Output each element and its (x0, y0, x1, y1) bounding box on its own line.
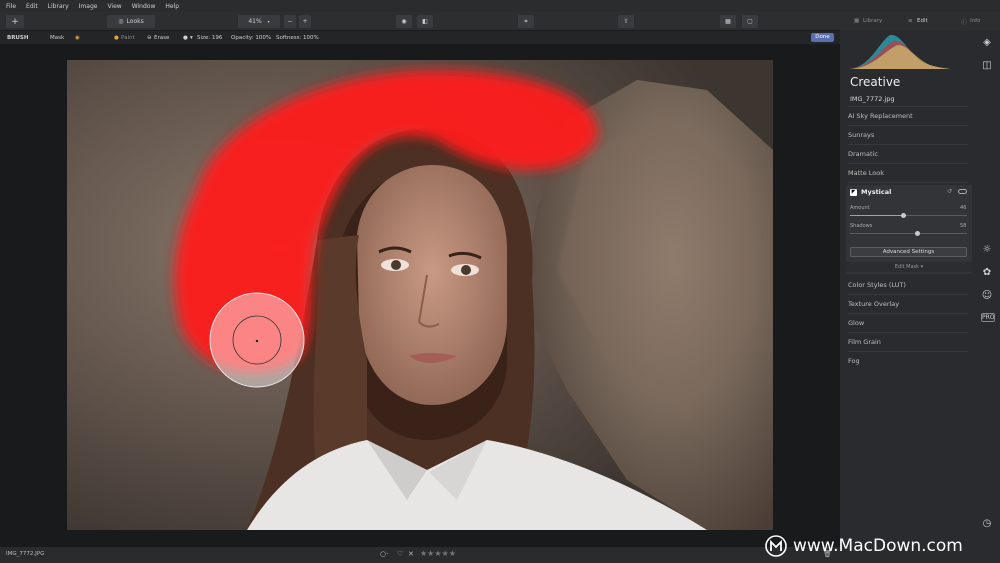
photo-image (67, 60, 773, 530)
menu-image[interactable]: Image (79, 3, 98, 10)
filter-film-grain[interactable]: Film Grain (848, 333, 968, 352)
single-view-icon[interactable]: ▢ (742, 15, 758, 28)
menu-file[interactable]: File (6, 3, 16, 10)
advanced-settings-button[interactable]: Advanced Settings (850, 247, 967, 257)
watermark: www.MacDown.com (765, 528, 1000, 563)
shadows-slider-track[interactable] (850, 233, 967, 234)
amount-slider-fill (850, 215, 904, 216)
mask-visibility-icon[interactable]: ◉ (75, 35, 80, 41)
compare-panel-icon[interactable]: ◫ (981, 60, 993, 72)
amount-value: 46 (960, 205, 967, 211)
macdown-logo (765, 534, 787, 557)
brush-size[interactable]: Size: 196 (197, 35, 222, 41)
compare-icon[interactable]: ◧ (417, 15, 433, 28)
looks-button[interactable]: ◎ Looks (107, 15, 155, 28)
brush-tool-label: BRUSH (7, 34, 29, 41)
face-icon[interactable]: ☺ (981, 290, 993, 302)
done-button[interactable]: Done (811, 33, 834, 42)
layers-icon[interactable]: ◈ (981, 37, 993, 49)
tab-library[interactable]: Library (863, 18, 882, 24)
tab-info[interactable]: Info (970, 18, 980, 24)
shadows-slider-knob[interactable] (915, 231, 921, 236)
filter-dramatic[interactable]: Dramatic (848, 145, 968, 164)
palette-icon[interactable]: ✿ (981, 267, 993, 279)
edit-mask-button[interactable]: Edit Mask ▾ (846, 262, 972, 272)
erase-option[interactable]: Erase (154, 35, 169, 41)
add-button[interactable]: + (6, 15, 24, 28)
mystical-title: Mystical (861, 188, 892, 196)
brush-softness[interactable]: Softness: 100% (276, 35, 319, 41)
menu-help[interactable]: Help (165, 3, 179, 10)
watermark-text: www.MacDown.com (793, 535, 963, 556)
info-icon: ⓘ (961, 20, 967, 26)
heart-icon[interactable]: ♡ (397, 550, 403, 558)
zoom-in-button[interactable]: + (299, 15, 311, 28)
chevron-down-icon[interactable]: ▾ (190, 35, 193, 41)
looks-label: Looks (126, 18, 144, 25)
zoom-value: 41% (248, 18, 262, 25)
menu-library[interactable]: Library (48, 3, 69, 10)
paint-dot-icon: ● (114, 34, 119, 41)
shadows-value: 58 (960, 223, 967, 229)
file-name: IMG_7772.jpg (850, 95, 895, 103)
filter-ai-sky-replacement[interactable]: AI Sky Replacement (848, 107, 968, 126)
filter-glow[interactable]: Glow (848, 314, 968, 333)
toggle-switch-icon[interactable] (958, 189, 967, 194)
library-icon: ▦ (854, 18, 860, 24)
filter-sunrays[interactable]: Sunrays (848, 126, 968, 145)
filter-toggle-icon[interactable]: ◤ (850, 189, 857, 196)
mask-label: Mask (50, 34, 65, 41)
edit-icon: ≡ (908, 18, 913, 24)
menu-edit[interactable]: Edit (26, 3, 38, 10)
chevron-down-icon: ▾ (267, 19, 270, 24)
mystical-filter-card: ◤ Mystical ↺ Amount 46 Shadows 58 Advanc… (846, 185, 972, 274)
menu-window[interactable]: Window (132, 3, 156, 10)
flag-icon[interactable]: ✕ (408, 550, 414, 558)
filter-matte-look[interactable]: Matte Look (848, 164, 968, 183)
brush-dot-icon: ● (183, 34, 188, 41)
zoom-out-button[interactable]: − (284, 15, 296, 28)
filter-color-styles[interactable]: Color Styles (LUT) (848, 276, 968, 295)
grid-view-icon[interactable]: ▦ (720, 15, 736, 28)
section-title: Creative (850, 75, 901, 89)
menu-view[interactable]: View (107, 3, 121, 10)
sun-icon[interactable]: ☼ (981, 244, 993, 256)
brush-bar: BRUSH Mask ◉ ● Paint ⊖ Erase ● ▾ Size: 1… (0, 31, 840, 44)
amount-label: Amount (850, 205, 870, 211)
star-rating[interactable]: ★★★★★ (420, 549, 456, 558)
photo[interactable] (67, 60, 773, 530)
share-icon[interactable]: ⇧ (618, 15, 634, 28)
status-filename: IMG_7772.JPG (6, 551, 45, 557)
zoom-select[interactable]: 41% ▾ (238, 15, 280, 28)
filter-texture-overlay[interactable]: Texture Overlay (848, 295, 968, 314)
eye-icon[interactable]: ◉ (396, 15, 412, 28)
menu-bar: File Edit Library Image View Window Help (0, 0, 1000, 12)
filter-fog[interactable]: Fog (848, 352, 968, 371)
reject-icon[interactable]: ○· (380, 550, 388, 558)
panel-tabs: ▦ Library ≡ Edit ⓘ Info (840, 12, 1000, 31)
brush-opacity[interactable]: Opacity: 100% (231, 35, 271, 41)
reset-icon[interactable]: ↺ (947, 188, 952, 195)
erase-icon: ⊖ (147, 34, 152, 41)
amount-slider-knob[interactable] (901, 213, 907, 218)
pro-icon[interactable]: PRO (981, 313, 995, 322)
histogram (850, 34, 950, 69)
tab-edit[interactable]: Edit (917, 18, 928, 24)
looks-icon: ◎ (118, 18, 124, 25)
paint-option[interactable]: Paint (121, 35, 135, 41)
crop-icon[interactable]: ⌗ (518, 15, 534, 28)
shadows-label: Shadows (850, 223, 873, 229)
